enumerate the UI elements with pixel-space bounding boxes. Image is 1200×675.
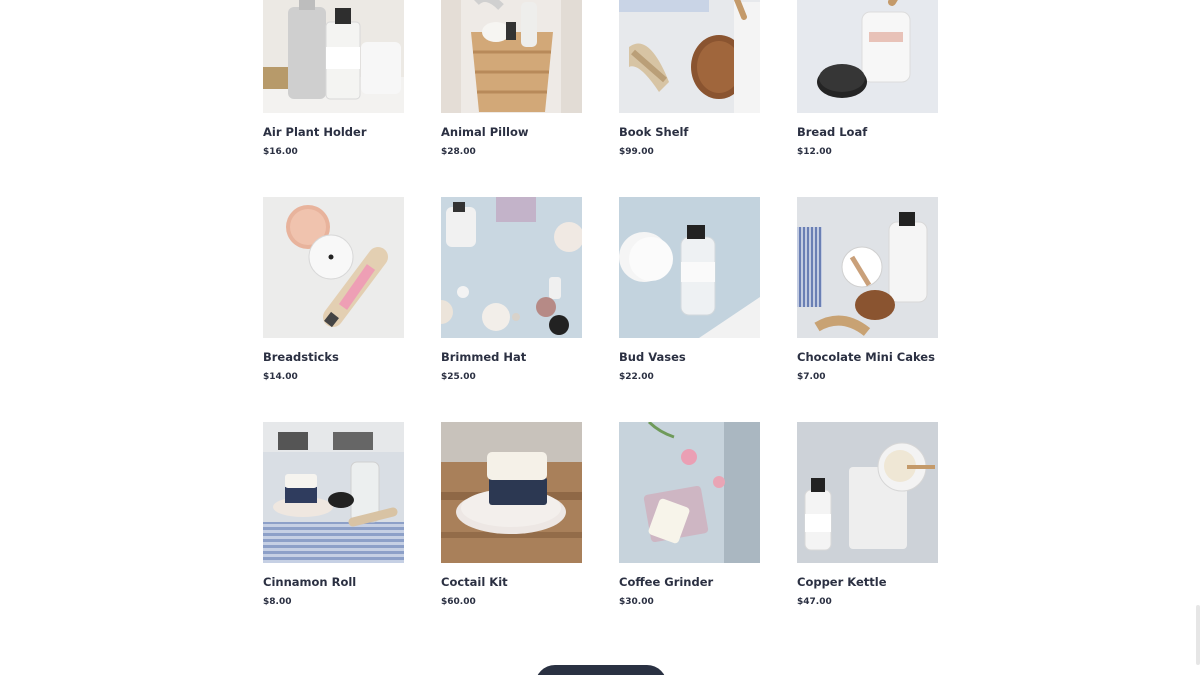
product-photo-bottle-bowl-icon[interactable] (797, 422, 938, 563)
product-card[interactable]: Breadsticks $14.00 (263, 197, 404, 422)
product-price: $7.00 (797, 372, 826, 382)
product-card[interactable]: Animal Pillow $28.00 (441, 0, 582, 197)
product-photo-bottle-icon[interactable] (619, 197, 760, 338)
product-price: $8.00 (263, 597, 292, 607)
product-name[interactable]: Chocolate Mini Cakes (797, 350, 938, 364)
product-price: $14.00 (263, 372, 298, 382)
product-photo-soap-tray-icon[interactable] (619, 422, 760, 563)
product-photo-bottles-icon[interactable] (263, 0, 404, 113)
scrollbar[interactable] (1196, 605, 1200, 665)
product-name[interactable]: Animal Pillow (441, 125, 582, 139)
product-card[interactable]: Brimmed Hat $25.00 (441, 197, 582, 422)
product-photo-soap-wood-icon[interactable] (441, 422, 582, 563)
product-name[interactable]: Bud Vases (619, 350, 760, 364)
product-name[interactable]: Copper Kettle (797, 575, 938, 589)
product-photo-basket-icon[interactable] (441, 0, 582, 113)
product-name[interactable]: Brimmed Hat (441, 350, 582, 364)
product-card[interactable]: Coffee Grinder $30.00 (619, 422, 760, 647)
shop-page: Air Plant Holder $16.00 Animal Pillow $2… (0, 0, 1200, 675)
product-grid: Air Plant Holder $16.00 Animal Pillow $2… (263, 0, 938, 647)
product-card[interactable]: Coctail Kit $60.00 (441, 422, 582, 647)
product-photo-brush-icon[interactable] (619, 0, 760, 113)
product-price: $25.00 (441, 372, 476, 382)
product-card[interactable]: Cinnamon Roll $8.00 (263, 422, 404, 647)
product-photo-flatlay-icon[interactable] (441, 197, 582, 338)
product-photo-compact-icon[interactable] (263, 197, 404, 338)
product-name[interactable]: Air Plant Holder (263, 125, 404, 139)
product-name[interactable]: Bread Loaf (797, 125, 938, 139)
product-price: $12.00 (797, 147, 832, 157)
product-name[interactable]: Breadsticks (263, 350, 404, 364)
product-name[interactable]: Book Shelf (619, 125, 760, 139)
product-card[interactable]: Copper Kettle $47.00 (797, 422, 938, 647)
product-photo-jar-icon[interactable] (797, 0, 938, 113)
product-price: $16.00 (263, 147, 298, 157)
product-card[interactable]: Bread Loaf $12.00 (797, 0, 938, 197)
product-card[interactable]: Bud Vases $22.00 (619, 197, 760, 422)
product-price: $30.00 (619, 597, 654, 607)
product-card[interactable]: Book Shelf $99.00 (619, 0, 760, 197)
product-photo-soap-set-icon[interactable] (263, 422, 404, 563)
load-more-button[interactable] (535, 665, 667, 675)
product-card[interactable]: Air Plant Holder $16.00 (263, 0, 404, 197)
product-photo-spoon-icon[interactable] (797, 197, 938, 338)
product-price: $22.00 (619, 372, 654, 382)
product-card[interactable]: Chocolate Mini Cakes $7.00 (797, 197, 938, 422)
product-name[interactable]: Coffee Grinder (619, 575, 760, 589)
product-price: $47.00 (797, 597, 832, 607)
product-price: $99.00 (619, 147, 654, 157)
product-name[interactable]: Cinnamon Roll (263, 575, 404, 589)
product-name[interactable]: Coctail Kit (441, 575, 582, 589)
product-price: $28.00 (441, 147, 476, 157)
product-price: $60.00 (441, 597, 476, 607)
